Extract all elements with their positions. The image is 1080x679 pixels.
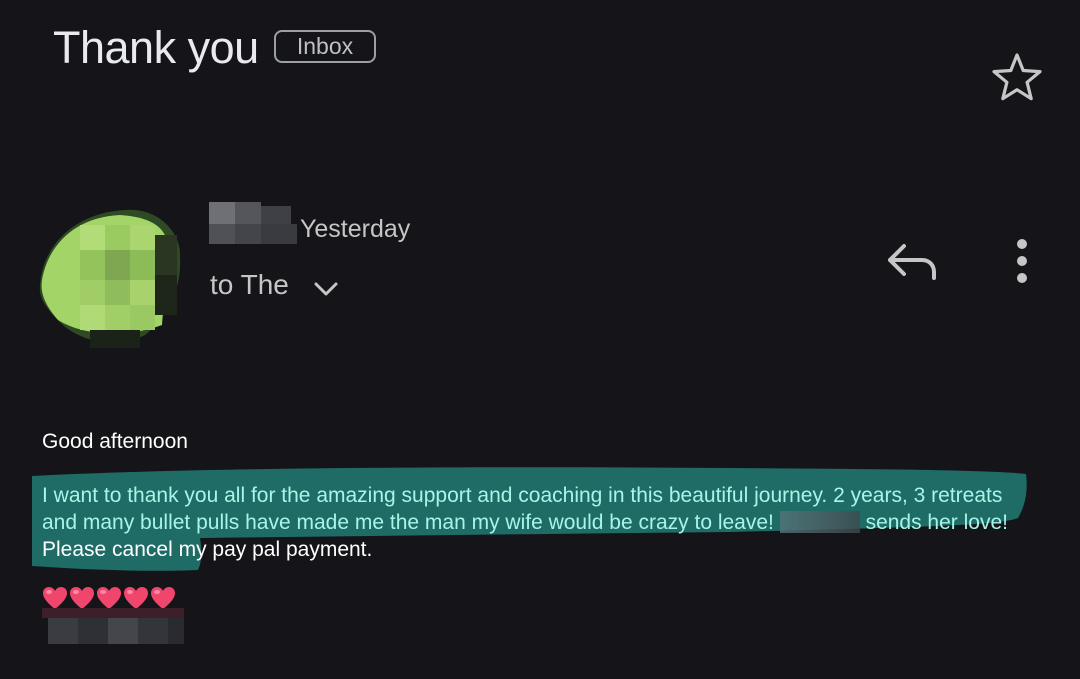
sender-name-redacted [209, 202, 297, 244]
inbox-label-chip[interactable]: Inbox [274, 30, 376, 63]
message-body: I want to thank you all for the amazing … [42, 482, 1032, 563]
sender-avatar [39, 209, 181, 348]
reply-icon[interactable] [884, 240, 940, 284]
plain-text: Please cancel my pay pal payment. [42, 538, 373, 561]
star-icon[interactable] [990, 50, 1044, 104]
highlighted-text-continued: sends her love! [865, 511, 1008, 534]
name-redacted [779, 511, 860, 533]
more-vert-icon[interactable] [1006, 236, 1038, 286]
recipients-summary[interactable]: to The [210, 268, 289, 302]
signature-redacted [42, 608, 184, 644]
chevron-down-icon[interactable] [312, 278, 340, 300]
email-subject: Thank you [53, 22, 259, 73]
message-greeting: Good afternoon [42, 430, 188, 453]
email-date: Yesterday [300, 215, 411, 243]
